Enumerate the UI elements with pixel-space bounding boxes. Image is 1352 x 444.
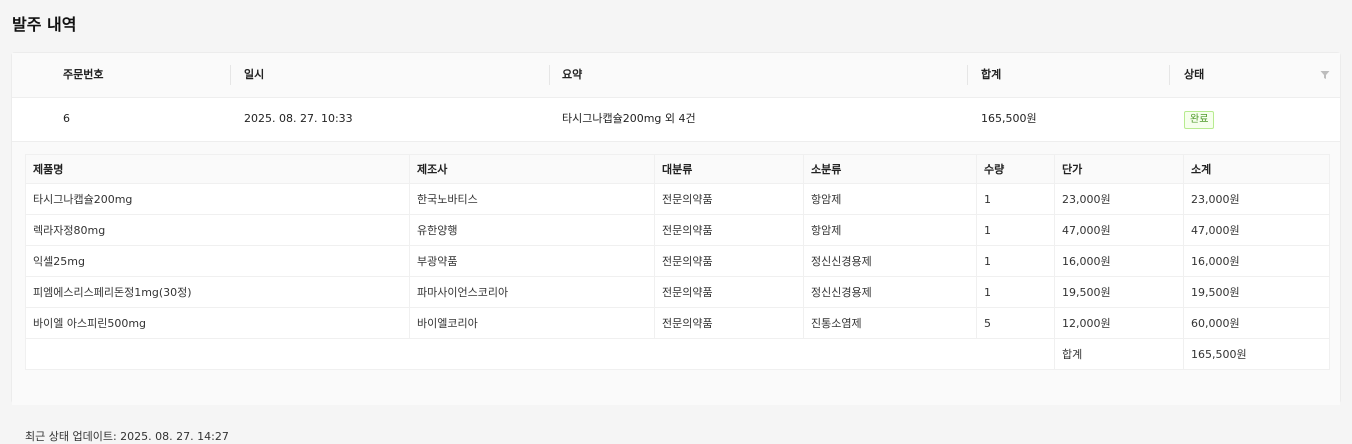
detail-header-cell: 제조사 bbox=[409, 154, 655, 184]
column-divider bbox=[967, 65, 968, 85]
orders-card: 주문번호 일시 요약 합계 상태 6 2025. 08. 27. 10:33 타… bbox=[11, 52, 1341, 443]
product-name: 렉라자정80mg bbox=[25, 214, 410, 246]
table-row: 렉라자정80mg 유한양행 전문의약품 항암제 1 47,000원 47,000… bbox=[25, 214, 1330, 246]
column-divider bbox=[1169, 65, 1170, 85]
table-row: 타시그나캡슐200mg 한국노바티스 전문의약품 항암제 1 23,000원 2… bbox=[25, 183, 1330, 215]
quantity: 1 bbox=[976, 183, 1055, 215]
detail-table: 제품명 제조사 대분류 소분류 수량 단가 소계 타시그나캡슐200mg 한국노… bbox=[25, 154, 1330, 370]
last-status-update: 최근 상태 업데이트: 2025. 08. 27. 14:27 bbox=[25, 430, 229, 443]
detail-header-cell: 대분류 bbox=[654, 154, 804, 184]
detail-header-cell: 소분류 bbox=[803, 154, 977, 184]
header-date: 일시 bbox=[244, 68, 265, 81]
orders-table-header: 주문번호 일시 요약 합계 상태 bbox=[12, 53, 1340, 98]
quantity: 1 bbox=[976, 214, 1055, 246]
minor-category: 정신신경용제 bbox=[803, 276, 977, 308]
detail-header-cell: 소계 bbox=[1183, 154, 1330, 184]
minor-category: 항암제 bbox=[803, 214, 977, 246]
product-name: 바이엘 아스피린500mg bbox=[25, 307, 410, 339]
unit-price: 19,500원 bbox=[1054, 276, 1184, 308]
product-name: 타시그나캡슐200mg bbox=[25, 183, 410, 215]
filter-icon[interactable] bbox=[1320, 70, 1330, 80]
minor-category: 정신신경용제 bbox=[803, 245, 977, 277]
table-total-row: 합계 165,500원 bbox=[25, 338, 1330, 370]
status-badge: 완료 bbox=[1184, 111, 1215, 129]
subtotal: 47,000원 bbox=[1183, 214, 1330, 246]
page-title: 발주 내역 bbox=[12, 15, 77, 34]
unit-price: 16,000원 bbox=[1054, 245, 1184, 277]
column-divider bbox=[230, 65, 231, 85]
subtotal: 60,000원 bbox=[1183, 307, 1330, 339]
table-row: 익셀25mg 부광약품 전문의약품 정신신경용제 1 16,000원 16,00… bbox=[25, 245, 1330, 277]
table-row: 바이엘 아스피린500mg 바이엘코리아 전문의약품 진통소염제 5 12,00… bbox=[25, 307, 1330, 339]
empty-cell bbox=[25, 338, 1055, 370]
detail-header-cell: 단가 bbox=[1054, 154, 1184, 184]
major-category: 전문의약품 bbox=[654, 183, 804, 215]
major-category: 전문의약품 bbox=[654, 214, 804, 246]
detail-header-cell: 수량 bbox=[976, 154, 1055, 184]
header-total: 합계 bbox=[981, 68, 1002, 81]
detail-header-cell: 제품명 bbox=[25, 154, 410, 184]
unit-price: 23,000원 bbox=[1054, 183, 1184, 215]
product-name: 익셀25mg bbox=[25, 245, 410, 277]
total-value: 165,500원 bbox=[1183, 338, 1330, 370]
subtotal: 16,000원 bbox=[1183, 245, 1330, 277]
manufacturer: 부광약품 bbox=[409, 245, 655, 277]
header-order-no: 주문번호 bbox=[63, 68, 104, 81]
order-total: 165,500원 bbox=[981, 112, 1037, 125]
manufacturer: 한국노바티스 bbox=[409, 183, 655, 215]
detail-header-row: 제품명 제조사 대분류 소분류 수량 단가 소계 bbox=[25, 154, 1330, 184]
manufacturer: 파마사이언스코리아 bbox=[409, 276, 655, 308]
unit-price: 47,000원 bbox=[1054, 214, 1184, 246]
column-divider bbox=[549, 65, 550, 85]
order-no: 6 bbox=[63, 112, 70, 125]
header-status: 상태 bbox=[1184, 68, 1205, 81]
order-row[interactable]: 6 2025. 08. 27. 10:33 타시그나캡슐200mg 외 4건 1… bbox=[12, 97, 1340, 142]
unit-price: 12,000원 bbox=[1054, 307, 1184, 339]
order-summary: 타시그나캡슐200mg 외 4건 bbox=[562, 112, 696, 125]
major-category: 전문의약품 bbox=[654, 276, 804, 308]
minor-category: 진통소염제 bbox=[803, 307, 977, 339]
quantity: 5 bbox=[976, 307, 1055, 339]
manufacturer: 유한양행 bbox=[409, 214, 655, 246]
subtotal: 23,000원 bbox=[1183, 183, 1330, 215]
major-category: 전문의약품 bbox=[654, 245, 804, 277]
quantity: 1 bbox=[976, 276, 1055, 308]
table-row: 피엠에스리스페리돈정1mg(30정) 파마사이언스코리아 전문의약품 정신신경용… bbox=[25, 276, 1330, 308]
subtotal: 19,500원 bbox=[1183, 276, 1330, 308]
major-category: 전문의약품 bbox=[654, 307, 804, 339]
minor-category: 항암제 bbox=[803, 183, 977, 215]
quantity: 1 bbox=[976, 245, 1055, 277]
header-summary: 요약 bbox=[562, 68, 583, 81]
order-detail-panel: 제품명 제조사 대분류 소분류 수량 단가 소계 타시그나캡슐200mg 한국노… bbox=[12, 142, 1340, 443]
manufacturer: 바이엘코리아 bbox=[409, 307, 655, 339]
product-name: 피엠에스리스페리돈정1mg(30정) bbox=[25, 276, 410, 308]
total-label: 합계 bbox=[1054, 338, 1184, 370]
order-date: 2025. 08. 27. 10:33 bbox=[244, 112, 353, 125]
